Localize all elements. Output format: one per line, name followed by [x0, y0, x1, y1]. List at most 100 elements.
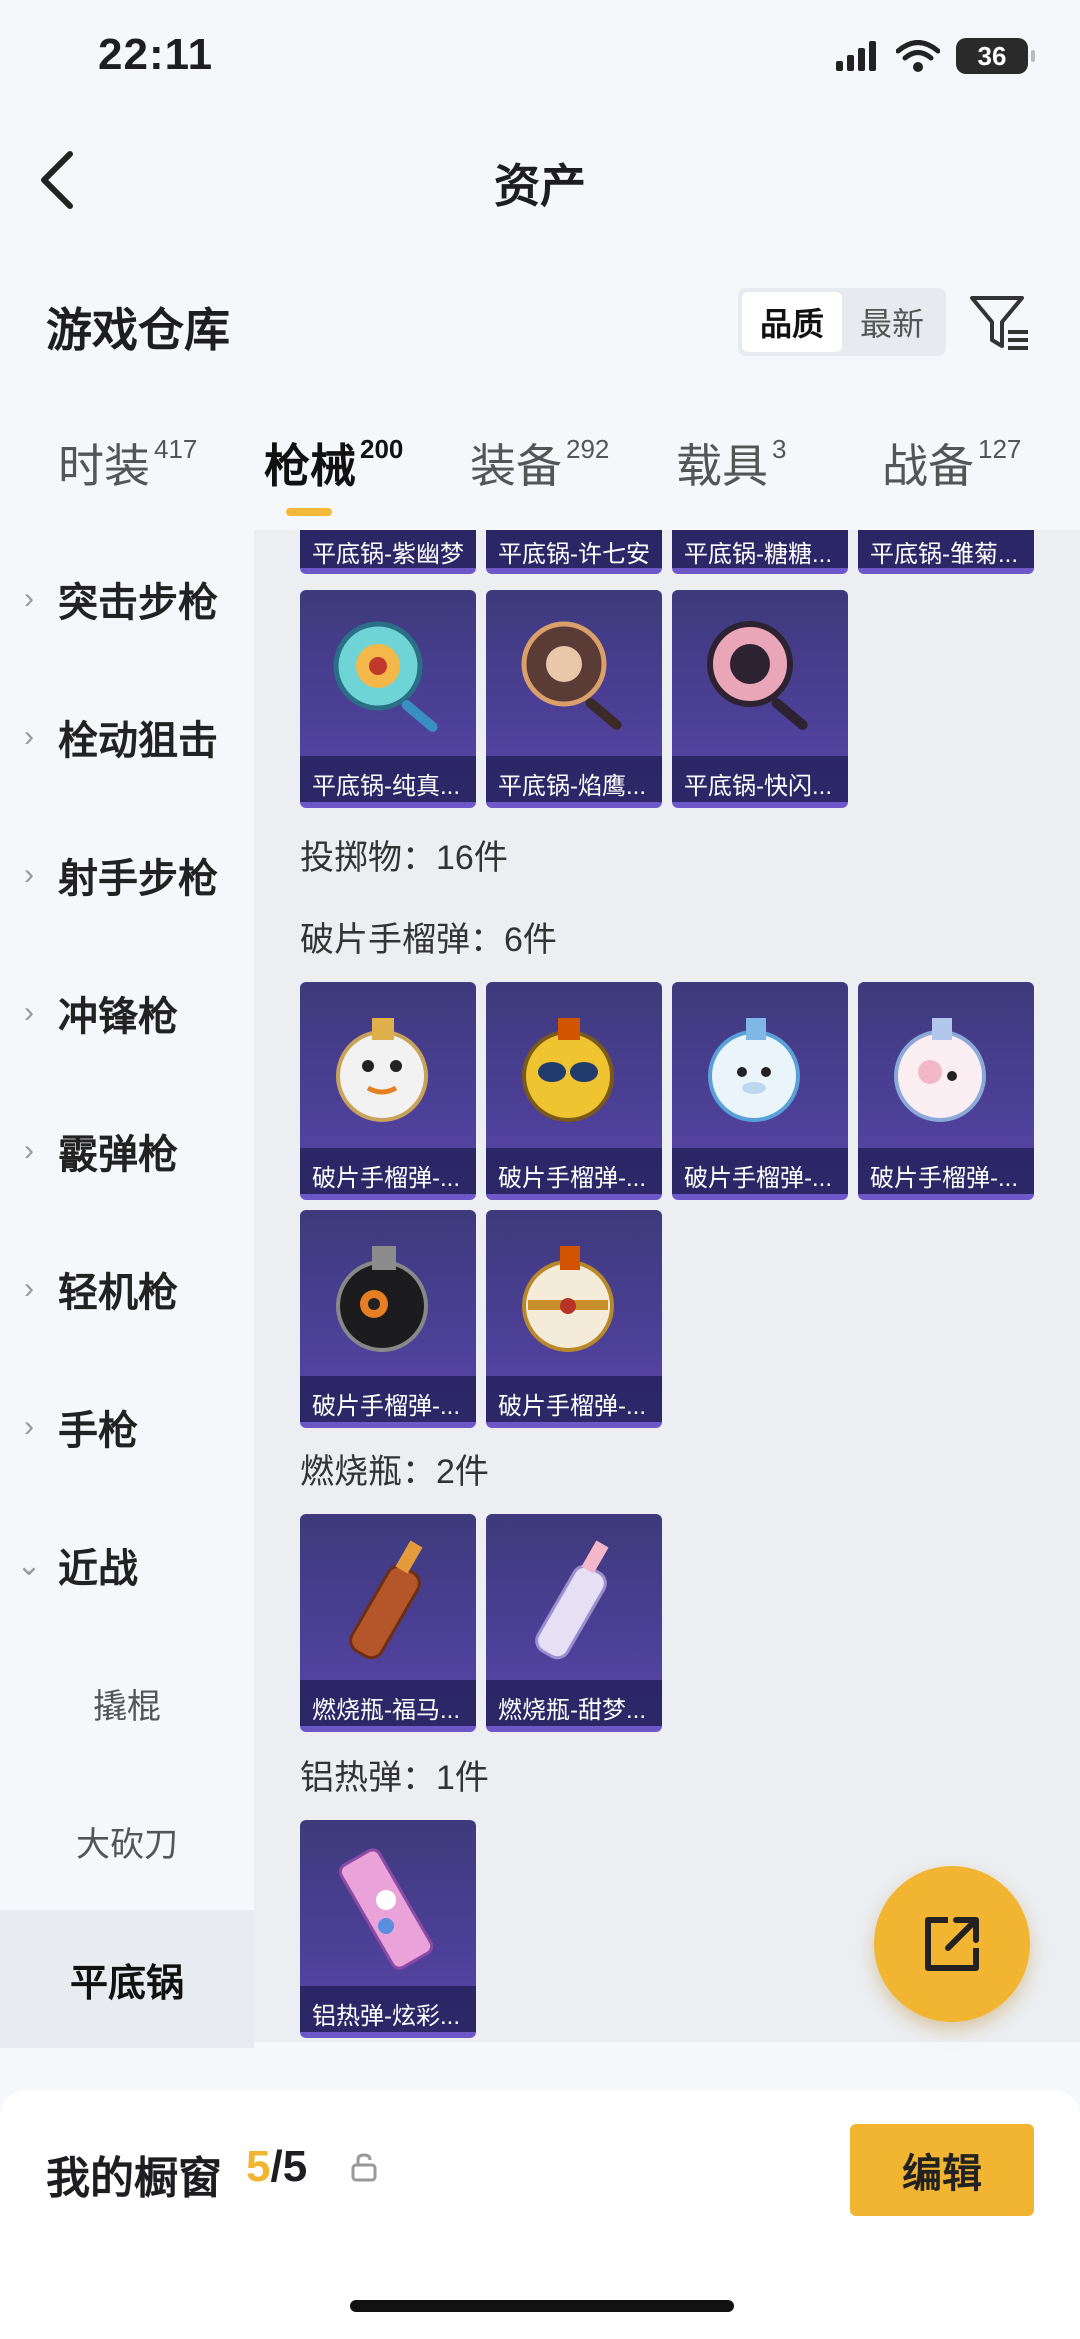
sort-toggle: 品质 最新	[738, 288, 946, 356]
edit-button[interactable]: 编辑	[850, 2124, 1034, 2216]
sidebar-item-label: 霰弹枪	[58, 1133, 178, 1177]
item-name: 平底锅-纯真...	[300, 756, 476, 802]
item-card[interactable]: 破片手榴弹-...	[486, 1210, 662, 1428]
grenade-icon	[522, 1018, 614, 1122]
item-name: 破片手榴弹-...	[486, 1148, 662, 1194]
chevron-right-icon: ›	[24, 1410, 34, 1443]
tab-count: 292	[566, 434, 610, 464]
sidebar-sub-machete[interactable]: 大砍刀	[0, 1772, 254, 1910]
item-name: 破片手榴弹-...	[300, 1376, 476, 1422]
filter-icon	[970, 296, 1028, 350]
sidebar-item-smg[interactable]: › 冲锋枪	[0, 944, 254, 1082]
item-card[interactable]: 破片手榴弹-...	[858, 982, 1034, 1200]
showcase-count: 5/5	[246, 2142, 307, 2192]
category-label-molotov: 燃烧瓶：2件	[300, 1453, 489, 1491]
grenade-icon	[336, 1246, 428, 1352]
tab-count: 417	[154, 434, 198, 464]
chevron-right-icon: ›	[24, 858, 34, 891]
item-card[interactable]: 平底锅-快闪...	[672, 590, 848, 808]
sidebar-item-shotgun[interactable]: › 霰弹枪	[0, 1082, 254, 1220]
item-card[interactable]: 铝热弹-炫彩...	[300, 1820, 476, 2038]
grenade-icon	[522, 1246, 614, 1352]
tab-equipment[interactable]: 装备 292	[470, 430, 609, 496]
item-card[interactable]: 破片手榴弹-...	[300, 1210, 476, 1428]
sidebar-item-label: 突击步枪	[58, 581, 218, 625]
tab-count: 3	[772, 434, 787, 464]
showcase-current: 5	[246, 2142, 271, 2191]
item-name: 破片手榴弹-...	[858, 1148, 1034, 1194]
item-name: 平底锅-许七安	[486, 530, 662, 568]
sidebar-item-lmg[interactable]: › 轻机枪	[0, 1220, 254, 1358]
tab-vehicles[interactable]: 载具 3	[676, 430, 786, 496]
showcase-total: /5	[270, 2142, 308, 2191]
sidebar-item-melee[interactable]: ⌄ 近战	[0, 1496, 254, 1634]
item-card[interactable]: 平底锅-雏菊...	[858, 530, 1034, 574]
tab-firearms[interactable]: 枪械 200	[264, 430, 403, 496]
item-name: 破片手榴弹-...	[300, 1148, 476, 1194]
filter-button[interactable]	[966, 290, 1032, 356]
pan-icon	[521, 621, 622, 730]
item-card[interactable]: 平底锅-纯真...	[300, 590, 476, 808]
item-card[interactable]: 破片手榴弹-...	[300, 982, 476, 1200]
sidebar-item-pistol[interactable]: › 手枪	[0, 1358, 254, 1496]
chevron-right-icon: ›	[24, 1134, 34, 1167]
item-card[interactable]: 燃烧瓶-甜梦...	[486, 1514, 662, 1732]
item-name: 平底锅-快闪...	[672, 756, 848, 802]
status-time: 22:11	[98, 30, 214, 79]
item-name: 燃烧瓶-甜梦...	[486, 1680, 662, 1726]
item-card[interactable]: 破片手榴弹-...	[486, 982, 662, 1200]
status-icons: 36	[836, 38, 1035, 74]
sidebar-item-assault-rifle[interactable]: › 突击步枪	[0, 530, 254, 668]
item-card[interactable]: 平底锅-许七安	[486, 530, 662, 574]
item-card[interactable]: 燃烧瓶-福马...	[300, 1514, 476, 1732]
item-name: 平底锅-紫幽梦	[300, 530, 476, 568]
tab-fashion[interactable]: 时装 417	[58, 430, 197, 496]
sidebar-item-label: 手枪	[58, 1409, 138, 1453]
sidebar-item-label: 近战	[58, 1547, 138, 1591]
tab-count: 200	[360, 434, 404, 464]
sidebar-sub-pan[interactable]: 平底锅	[0, 1910, 254, 2048]
category-tabs: 时装 417 枪械 200 装备 292 载具 3 战备 127	[0, 430, 1080, 530]
signal-icon	[836, 41, 876, 71]
sidebar-sub-crowbar[interactable]: 撬棍	[0, 1634, 254, 1772]
page-title: 资产	[494, 160, 586, 212]
tab-label: 战备	[882, 440, 974, 492]
wifi-icon	[896, 40, 940, 72]
item-card[interactable]: 破片手榴弹-...	[672, 982, 848, 1200]
thermite-icon	[338, 1848, 434, 1970]
home-indicator	[350, 2300, 734, 2312]
item-card[interactable]: 平底锅-紫幽梦	[300, 530, 476, 574]
battery-level: 36	[977, 40, 1007, 71]
chevron-right-icon: ›	[24, 996, 34, 1029]
active-tab-indicator	[286, 508, 332, 516]
grenade-icon	[708, 1018, 800, 1122]
tab-count: 127	[978, 434, 1022, 464]
sidebar-item-label: 射手步枪	[58, 857, 218, 901]
item-name: 破片手榴弹-...	[486, 1376, 662, 1422]
item-card[interactable]: 平底锅-焰鹰...	[486, 590, 662, 808]
category-label-thermite: 铝热弹：1件	[300, 1759, 489, 1797]
item-name: 铝热弹-炫彩...	[300, 1986, 476, 2032]
sort-latest-option[interactable]: 最新	[842, 292, 942, 352]
tab-label: 时装	[58, 440, 150, 492]
item-grid: 平底锅-紫幽梦 平底锅-许七安 平底锅-糖糖... 平底锅-雏菊... 平底锅-…	[254, 530, 1080, 2042]
share-button[interactable]	[874, 1866, 1030, 2022]
tab-label: 载具	[676, 440, 768, 492]
tab-label: 枪械	[264, 440, 356, 492]
category-label-throwables: 投掷物：16件	[300, 839, 508, 877]
sidebar-item-label: 轻机枪	[58, 1271, 178, 1315]
category-label-frag: 破片手榴弹：6件	[300, 921, 557, 959]
chevron-right-icon: ›	[24, 720, 34, 753]
lock-icon	[351, 2153, 377, 2182]
chevron-right-icon: ›	[24, 582, 34, 615]
sidebar-item-label: 栓动狙击	[58, 719, 218, 763]
sort-quality-option[interactable]: 品质	[742, 292, 842, 352]
sidebar-item-marksman-rifle[interactable]: › 射手步枪	[0, 806, 254, 944]
tab-supplies[interactable]: 战备 127	[882, 430, 1021, 496]
weapon-sidebar: › 突击步枪 › 栓动狙击 › 射手步枪 › 冲锋枪 › 霰弹枪 › 轻机枪 › 手枪 ⌄ 近战…	[0, 530, 254, 2048]
pan-icon	[333, 621, 438, 732]
sidebar-item-bolt-sniper[interactable]: › 栓动狙击	[0, 668, 254, 806]
grenade-icon	[894, 1018, 986, 1122]
tab-label: 装备	[470, 440, 562, 492]
item-card[interactable]: 平底锅-糖糖...	[672, 530, 848, 574]
